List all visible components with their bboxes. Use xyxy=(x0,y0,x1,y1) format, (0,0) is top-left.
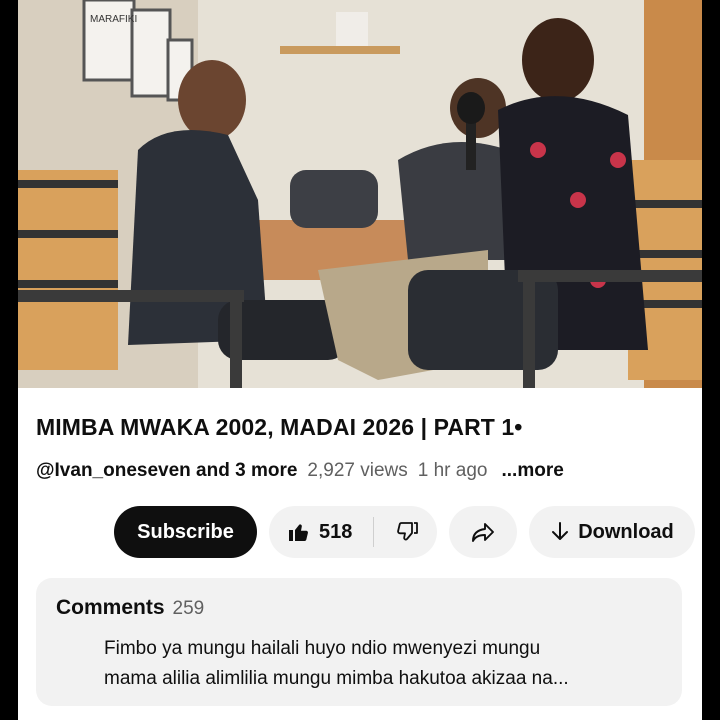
video-title: MIMBA MWAKA 2002, MADAI 2026 | PART 1• xyxy=(36,414,523,440)
action-bar: Subscribe 518 Download xyxy=(114,506,695,558)
share-button[interactable] xyxy=(449,506,517,558)
comments-count: 259 xyxy=(172,598,205,619)
subscribe-button[interactable]: Subscribe xyxy=(114,506,257,558)
video-player[interactable]: MARAFIKI xyxy=(18,0,702,388)
like-dislike-group: 518 xyxy=(269,506,437,558)
comments-label: Comments xyxy=(56,596,165,619)
video-page: MARAFIKI MIMBA MWAKA 2002, MADAI 2026 | … xyxy=(18,0,702,720)
channel-link[interactable]: @Ivan_oneseven and 3 more xyxy=(36,460,297,481)
video-frame-image: MARAFIKI xyxy=(18,0,702,388)
comments-header: Comments 259 xyxy=(56,596,204,620)
comment-line-1: Fimbo ya mungu hailali huyo ndio mwenyez… xyxy=(104,638,541,659)
more-link[interactable]: ...more xyxy=(502,460,564,481)
wall-sign-text: MARAFIKI xyxy=(90,14,137,25)
like-divider xyxy=(373,517,375,547)
video-meta: @Ivan_oneseven and 3 more 2,927 views 1 hr… xyxy=(36,460,564,482)
download-label: Download xyxy=(578,520,674,543)
comments-panel[interactable]: Comments 259 Fimbo ya mungu hailali huyo … xyxy=(36,578,682,706)
top-comment-text: Fimbo ya mungu hailali huyo ndio mwenyez… xyxy=(104,634,664,694)
like-count: 518 xyxy=(319,520,353,543)
download-button[interactable]: Download xyxy=(529,506,695,558)
comment-line-2: mama alilia alimlilia mungu mimba hakuto… xyxy=(104,668,569,689)
dislike-button[interactable] xyxy=(395,520,419,544)
download-arrow-icon xyxy=(552,522,569,540)
view-count: 2,927 views xyxy=(307,460,408,481)
share-icon xyxy=(472,523,494,542)
thumbs-down-icon xyxy=(397,522,418,541)
upload-age: 1 hr ago xyxy=(417,460,488,481)
like-button[interactable]: 518 xyxy=(287,520,352,544)
thumbs-up-icon xyxy=(289,524,308,541)
